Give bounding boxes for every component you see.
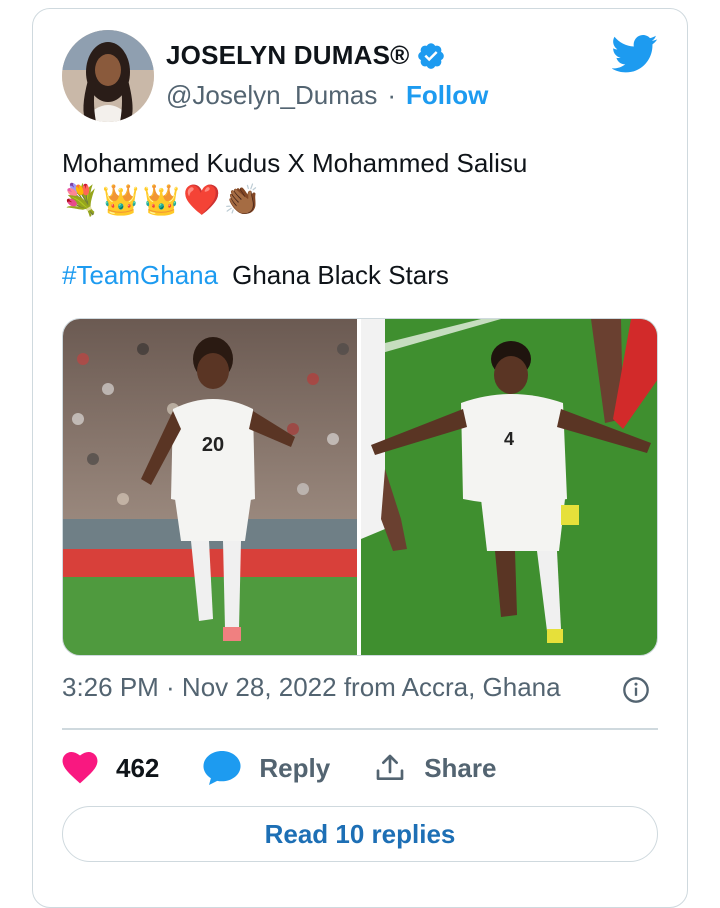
emoji-row: 💐 👑 👑 ❤️ 👏🏾 [62, 182, 261, 220]
bouquet-emoji: 💐 [62, 184, 100, 217]
reply-button[interactable]: Reply [203, 751, 330, 785]
author-handle[interactable]: @Joselyn_Dumas [166, 80, 377, 111]
verified-badge-icon [417, 42, 444, 69]
photo-left[interactable]: 20 [63, 319, 357, 655]
share-label: Share [424, 752, 497, 783]
jersey-number-left: 20 [202, 434, 224, 456]
share-button[interactable]: Share [374, 751, 496, 785]
handle-row: @Joselyn_Dumas · Follow [166, 80, 488, 111]
action-bar: 462 Reply Share [62, 748, 540, 788]
heart-icon [62, 752, 98, 784]
like-button[interactable]: 462 [62, 752, 159, 784]
photo-right[interactable]: 4 [361, 319, 657, 655]
divider [62, 728, 658, 730]
clap-emoji: 👏🏾 [223, 184, 261, 217]
reply-bubble-icon [203, 751, 241, 785]
read-replies-label: Read 10 replies [264, 818, 456, 849]
follow-button[interactable]: Follow [406, 80, 488, 111]
hashtag-link[interactable]: #TeamGhana [62, 260, 218, 291]
read-replies-button[interactable]: Read 10 replies [62, 806, 658, 862]
tweet-text: Mohammed Kudus X Mohammed Salisu [62, 148, 528, 178]
handle-separator: · [387, 80, 397, 110]
like-count: 462 [116, 752, 160, 783]
jersey-number-right: 4 [504, 429, 514, 449]
twitter-bird-icon[interactable] [612, 34, 658, 74]
tag-text: Ghana Black Stars [232, 260, 449, 290]
author-display-name[interactable]: JOSELYN DUMAS® [166, 40, 410, 71]
info-icon[interactable] [622, 676, 650, 704]
author-name-row: JOSELYN DUMAS® [166, 40, 446, 71]
reply-label: Reply [259, 752, 331, 783]
heart-emoji: ❤️ [183, 184, 221, 217]
crown-emoji: 👑 [102, 184, 140, 217]
player-photo-left: 20 [63, 319, 357, 655]
avatar[interactable] [62, 30, 154, 122]
tags-row: #TeamGhana Ghana Black Stars [62, 260, 449, 291]
player-photo-right: 4 [361, 319, 657, 655]
share-icon [376, 754, 404, 780]
media-grid[interactable]: 20 4 [62, 318, 658, 656]
crown-emoji: 👑 [142, 184, 181, 217]
avatar-image [62, 30, 154, 122]
tweet-timestamp[interactable]: 3:26 PM · Nov 28, 2022 from Accra, Ghana [62, 672, 561, 703]
